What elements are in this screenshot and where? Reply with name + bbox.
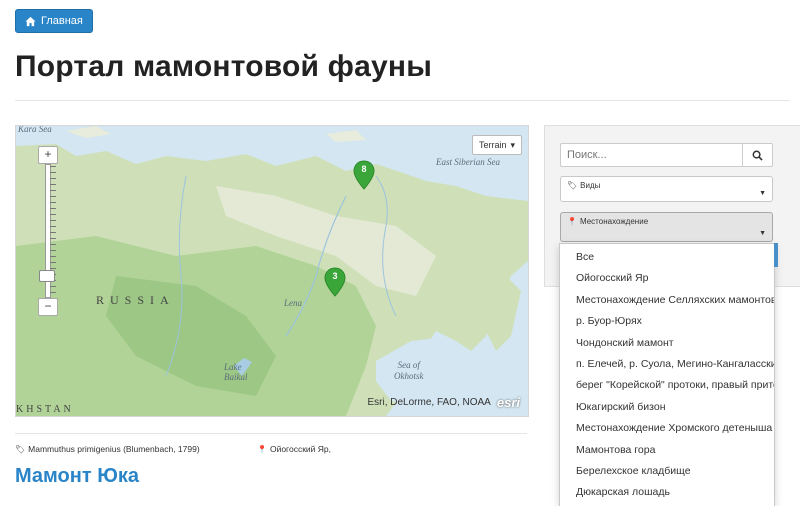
map-label-east-siberian-sea: East Siberian Sea: [436, 157, 500, 167]
basemap-label: Terrain: [478, 140, 507, 150]
location-option[interactable]: берег "Корейской" протоки, правый прито: [560, 375, 774, 396]
map-marker-icon: 📍: [257, 444, 267, 454]
home-icon: [25, 16, 36, 26]
home-label: Главная: [41, 15, 83, 27]
dropdown-side-accent: [774, 243, 778, 267]
zoom-slider-handle[interactable]: [39, 270, 55, 282]
location-option[interactable]: Юкагирский бизон: [560, 397, 774, 418]
marker-count: 3: [332, 271, 338, 281]
map-label-russia: RUSSIA: [96, 293, 175, 307]
map-marker-cluster[interactable]: 3: [324, 267, 346, 297]
zoom-out-button[interactable]: −: [38, 298, 58, 316]
search-icon: [752, 150, 763, 161]
species-select[interactable]: 🏷 Виды ▼: [560, 176, 773, 202]
species-select-label: Виды: [580, 181, 601, 190]
map-marker-icon: 📍: [567, 217, 577, 226]
page-title: Портал мамонтовой фауны: [15, 50, 433, 83]
location-dropdown[interactable]: Все Ойогосский Яр Местонахождение Селлях…: [559, 243, 775, 506]
location-option[interactable]: Мамонтова гора: [560, 440, 774, 461]
item-title-link[interactable]: Мамонт Юка: [15, 465, 139, 488]
marker-count: 8: [361, 164, 367, 174]
caret-down-icon: ▼: [759, 230, 766, 237]
location-option[interactable]: Все: [560, 247, 774, 268]
map-label-kstan: KHSTAN: [16, 404, 74, 415]
location-select-label: Местонахождение: [579, 217, 649, 226]
home-button[interactable]: Главная: [15, 9, 93, 33]
location-select[interactable]: 📍 Местонахождение ▼: [560, 212, 773, 242]
location-option[interactable]: Дюкарская лошадь: [560, 482, 774, 503]
location-option[interactable]: Местонахождение Хромского детеныша м: [560, 418, 774, 439]
map-label-lena: Lena: [284, 298, 302, 308]
item-species: 🏷 Mammuthus primigenius (Blumenbach, 179…: [15, 444, 200, 454]
basemap-selector[interactable]: Terrain ▾: [472, 135, 522, 155]
item-divider: [15, 433, 527, 434]
caret-down-icon: ▼: [759, 190, 766, 197]
zoom-control: + −: [38, 146, 58, 316]
tag-icon: 🏷: [567, 181, 578, 190]
map-label-kara-sea: Kara Sea: [18, 125, 52, 134]
header-divider: [15, 100, 790, 101]
map-terrain: [16, 126, 528, 416]
item-location-text: Ойогосский Яр,: [269, 444, 332, 454]
item-location: 📍 Ойогосский Яр,: [257, 444, 331, 454]
map[interactable]: Kara Sea East Siberian Sea RUSSIA Lena L…: [15, 125, 529, 417]
location-option[interactable]: Местонахождение Селляхских мамонтов: [560, 290, 774, 311]
caret-down-icon: ▾: [510, 139, 516, 150]
map-label-lake-baikal: Lake Baikal: [224, 362, 248, 382]
location-option[interactable]: Берелехское кладбище: [560, 461, 774, 482]
attribution-text: Esri, DeLorme, FAO, NOAA: [367, 397, 491, 408]
location-option[interactable]: Ойогосский Яр: [560, 268, 774, 289]
search-input[interactable]: [560, 143, 742, 167]
location-option[interactable]: п. Елечей, р. Суола, Мегино-Кангаласский: [560, 354, 774, 375]
item-species-text: Mammuthus primigenius (Blumenbach, 1799): [28, 444, 200, 454]
map-attribution: Esri, DeLorme, FAO, NOAA esri: [367, 395, 520, 410]
location-option[interactable]: р. Буор-Юрях: [560, 311, 774, 332]
zoom-in-button[interactable]: +: [38, 146, 58, 164]
search-button[interactable]: [742, 143, 773, 167]
location-option[interactable]: Чондонский мамонт: [560, 333, 774, 354]
search-group: [560, 143, 773, 167]
tag-icon: 🏷: [15, 444, 26, 454]
map-label-sea-of-okhotsk: Sea of Okhotsk: [394, 360, 424, 381]
esri-logo: esri: [496, 395, 520, 410]
map-marker-cluster[interactable]: 8: [353, 160, 375, 190]
